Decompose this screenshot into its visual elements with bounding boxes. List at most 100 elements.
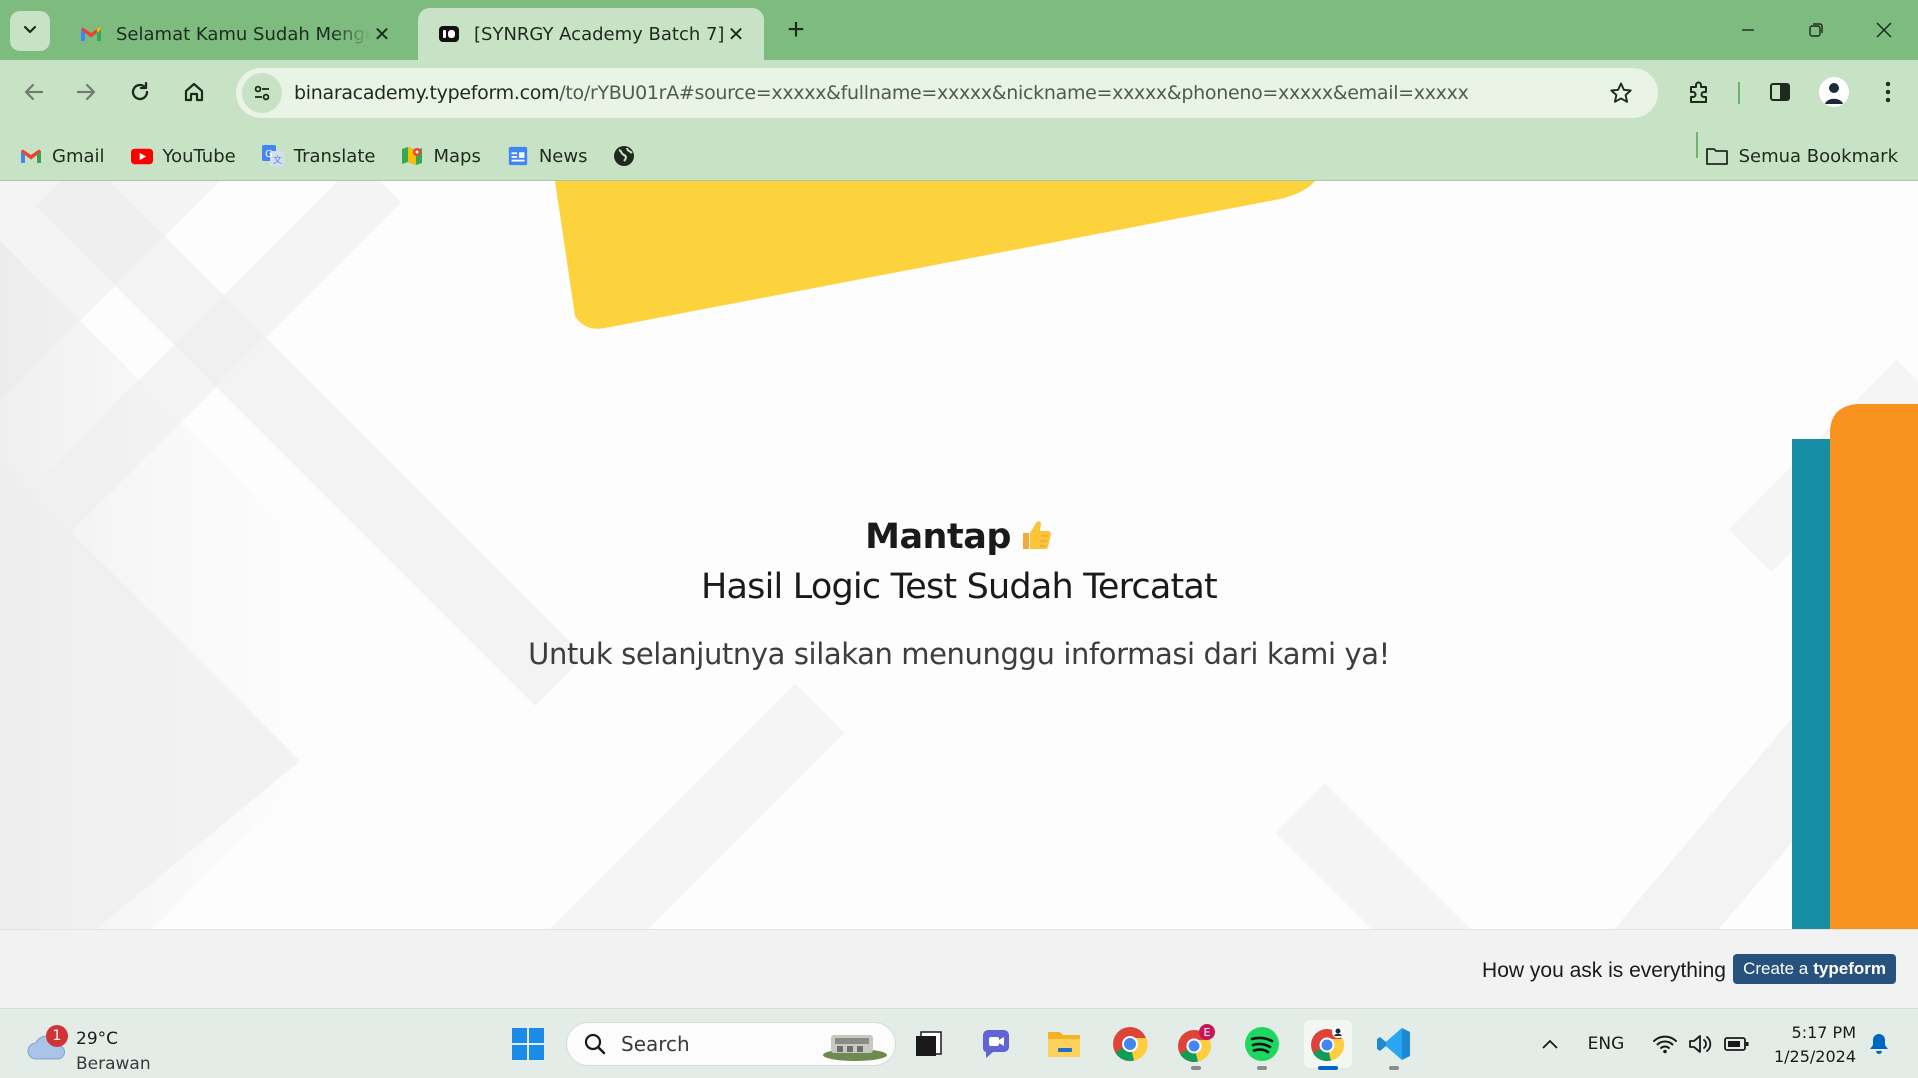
close-tab-icon[interactable]: ✕ — [370, 22, 394, 46]
taskbar-app-vscode[interactable] — [1370, 1020, 1418, 1070]
bell-icon — [1870, 1034, 1888, 1054]
star-icon — [1610, 82, 1632, 103]
globe-icon — [613, 145, 635, 167]
reload-icon — [131, 81, 149, 101]
windows-icon — [512, 1028, 544, 1060]
new-tab-button[interactable]: + — [780, 13, 812, 46]
side-panel-button[interactable] — [1760, 72, 1800, 112]
search-icon — [584, 1033, 606, 1055]
tune-icon — [254, 85, 270, 101]
start-button[interactable] — [504, 1020, 552, 1068]
volume-icon — [1689, 1035, 1712, 1053]
close-icon — [1876, 22, 1892, 38]
bookmark-maps[interactable]: Maps — [391, 136, 490, 176]
language-indicator[interactable]: ENG — [1584, 1023, 1628, 1065]
folder-icon — [1705, 146, 1729, 166]
thumbs-up-icon — [1019, 518, 1053, 552]
wifi-icon — [1653, 1035, 1677, 1054]
address-bar[interactable]: binaracademy.typeform.com/to/rYBU01rA#so… — [236, 68, 1658, 118]
tab-selamat[interactable]: Selamat Kamu Sudah Mengerjakan ✕ — [60, 8, 410, 60]
tab-synrgy[interactable]: [SYNRGY Academy Batch 7] ✕ — [418, 8, 764, 60]
news-icon — [507, 145, 529, 167]
taskbar-app-chrome-e[interactable]: E — [1172, 1020, 1220, 1070]
bookmark-label: News — [538, 145, 588, 167]
url-path: /to/rYBU01rA#source=xxxxx&fullname=xxxxx… — [559, 82, 1469, 104]
svg-text:G: G — [265, 149, 273, 160]
weather-condition: Berawan — [76, 1054, 151, 1074]
battery-icon — [1724, 1037, 1749, 1051]
typeform-ending-screen: Mantap Hasil Logic Test Sudah Tercatat U… — [0, 181, 1918, 1008]
running-indicator — [1318, 1066, 1338, 1070]
close-window-button[interactable] — [1862, 10, 1906, 50]
forward-button[interactable] — [66, 72, 106, 112]
show-hidden-icons-button[interactable] — [1536, 1023, 1564, 1065]
bookmark-globe[interactable] — [603, 136, 645, 176]
minimize-icon — [1742, 29, 1754, 31]
bookmark-youtube[interactable]: YouTube — [121, 136, 246, 176]
windows-taskbar: 1 29°C Berawan Search E ENG 5:17 PM 1/25… — [0, 1008, 1918, 1078]
home-button[interactable] — [174, 72, 214, 112]
clock-time: 5:17 PM — [1791, 1023, 1856, 1042]
gmail-icon — [20, 145, 42, 167]
bookmark-star-button[interactable] — [1606, 78, 1636, 108]
taskbar-app-spotify[interactable] — [1238, 1020, 1286, 1070]
restore-button[interactable] — [1794, 10, 1838, 50]
tab-title: Selamat Kamu Sudah Mengerjakan — [116, 23, 370, 45]
bookmark-news[interactable]: News — [497, 136, 598, 176]
clock-date: 1/25/2024 — [1773, 1047, 1856, 1066]
taskbar-app-explorer[interactable] — [1040, 1020, 1088, 1068]
arrow-right-icon — [76, 83, 96, 101]
notification-badge: 1 — [46, 1025, 68, 1047]
chrome-icon — [1113, 1027, 1148, 1062]
bookmarks-divider — [1696, 132, 1698, 158]
orange-shape — [1830, 404, 1918, 1008]
chrome-menu-button[interactable] — [1868, 72, 1908, 112]
search-placeholder: Search — [621, 1032, 690, 1056]
maps-icon — [401, 145, 423, 167]
notifications-button[interactable] — [1864, 1023, 1894, 1065]
ending-subheading: Hasil Logic Test Sudah Tercatat — [701, 567, 1218, 607]
browser-toolbar: binaracademy.typeform.com/to/rYBU01rA#so… — [0, 60, 1918, 188]
create-typeform-button[interactable]: Create a typeform — [1733, 954, 1896, 984]
close-tab-icon[interactable]: ✕ — [724, 22, 748, 46]
weather-temp: 29°C — [76, 1029, 119, 1049]
taskbar-search[interactable]: Search — [566, 1022, 896, 1066]
taskbar-app-chrome-active[interactable] — [1304, 1020, 1352, 1070]
chevron-down-icon — [22, 21, 38, 42]
tab-search-button[interactable] — [10, 11, 50, 51]
youtube-icon — [130, 145, 153, 167]
more-vert-icon — [1885, 81, 1891, 103]
weather-widget[interactable]: 1 29°C Berawan — [26, 1019, 156, 1074]
all-bookmarks-button[interactable]: Semua Bookmark — [1705, 128, 1898, 184]
taskbar-app-chrome[interactable] — [1106, 1020, 1154, 1068]
clock[interactable]: 5:17 PM 1/25/2024 — [1774, 1021, 1856, 1069]
profile-button[interactable] — [1814, 72, 1854, 112]
bookmark-translate[interactable]: G文 Translate — [252, 136, 386, 176]
back-button[interactable] — [14, 72, 54, 112]
gmail-icon — [80, 23, 102, 45]
chrome-profile-active-icon — [1311, 1026, 1345, 1062]
minimize-button[interactable] — [1726, 10, 1770, 50]
file-explorer-icon — [1048, 1032, 1080, 1057]
screen: Selamat Kamu Sudah Mengerjakan ✕ [SYNRGY… — [0, 0, 1918, 1078]
yellow-shape — [555, 181, 1315, 329]
extensions-button[interactable] — [1680, 72, 1720, 112]
system-tray-quick-settings[interactable] — [1646, 1023, 1756, 1065]
running-indicator — [1191, 1066, 1201, 1070]
url-text[interactable]: binaracademy.typeform.com/to/rYBU01rA#so… — [294, 82, 1594, 104]
bookmark-gmail[interactable]: Gmail — [10, 136, 115, 176]
puzzle-icon — [1690, 81, 1707, 103]
home-icon — [184, 82, 204, 102]
taskbar-app-files[interactable] — [904, 1020, 952, 1068]
reload-button[interactable] — [120, 72, 160, 112]
site-info-button[interactable] — [242, 73, 282, 113]
file-manager-icon — [916, 1031, 942, 1056]
cta-brand: typeform — [1813, 959, 1886, 978]
taskbar-app-teams[interactable] — [972, 1020, 1020, 1068]
bookmark-label: Maps — [433, 145, 481, 167]
plus-icon: + — [787, 13, 805, 46]
translate-icon: G文 — [261, 145, 284, 167]
ending-message: Untuk selanjutnya silakan menunggu infor… — [528, 637, 1390, 671]
spotify-icon — [1245, 1027, 1279, 1061]
toolbar-divider — [1738, 82, 1740, 104]
